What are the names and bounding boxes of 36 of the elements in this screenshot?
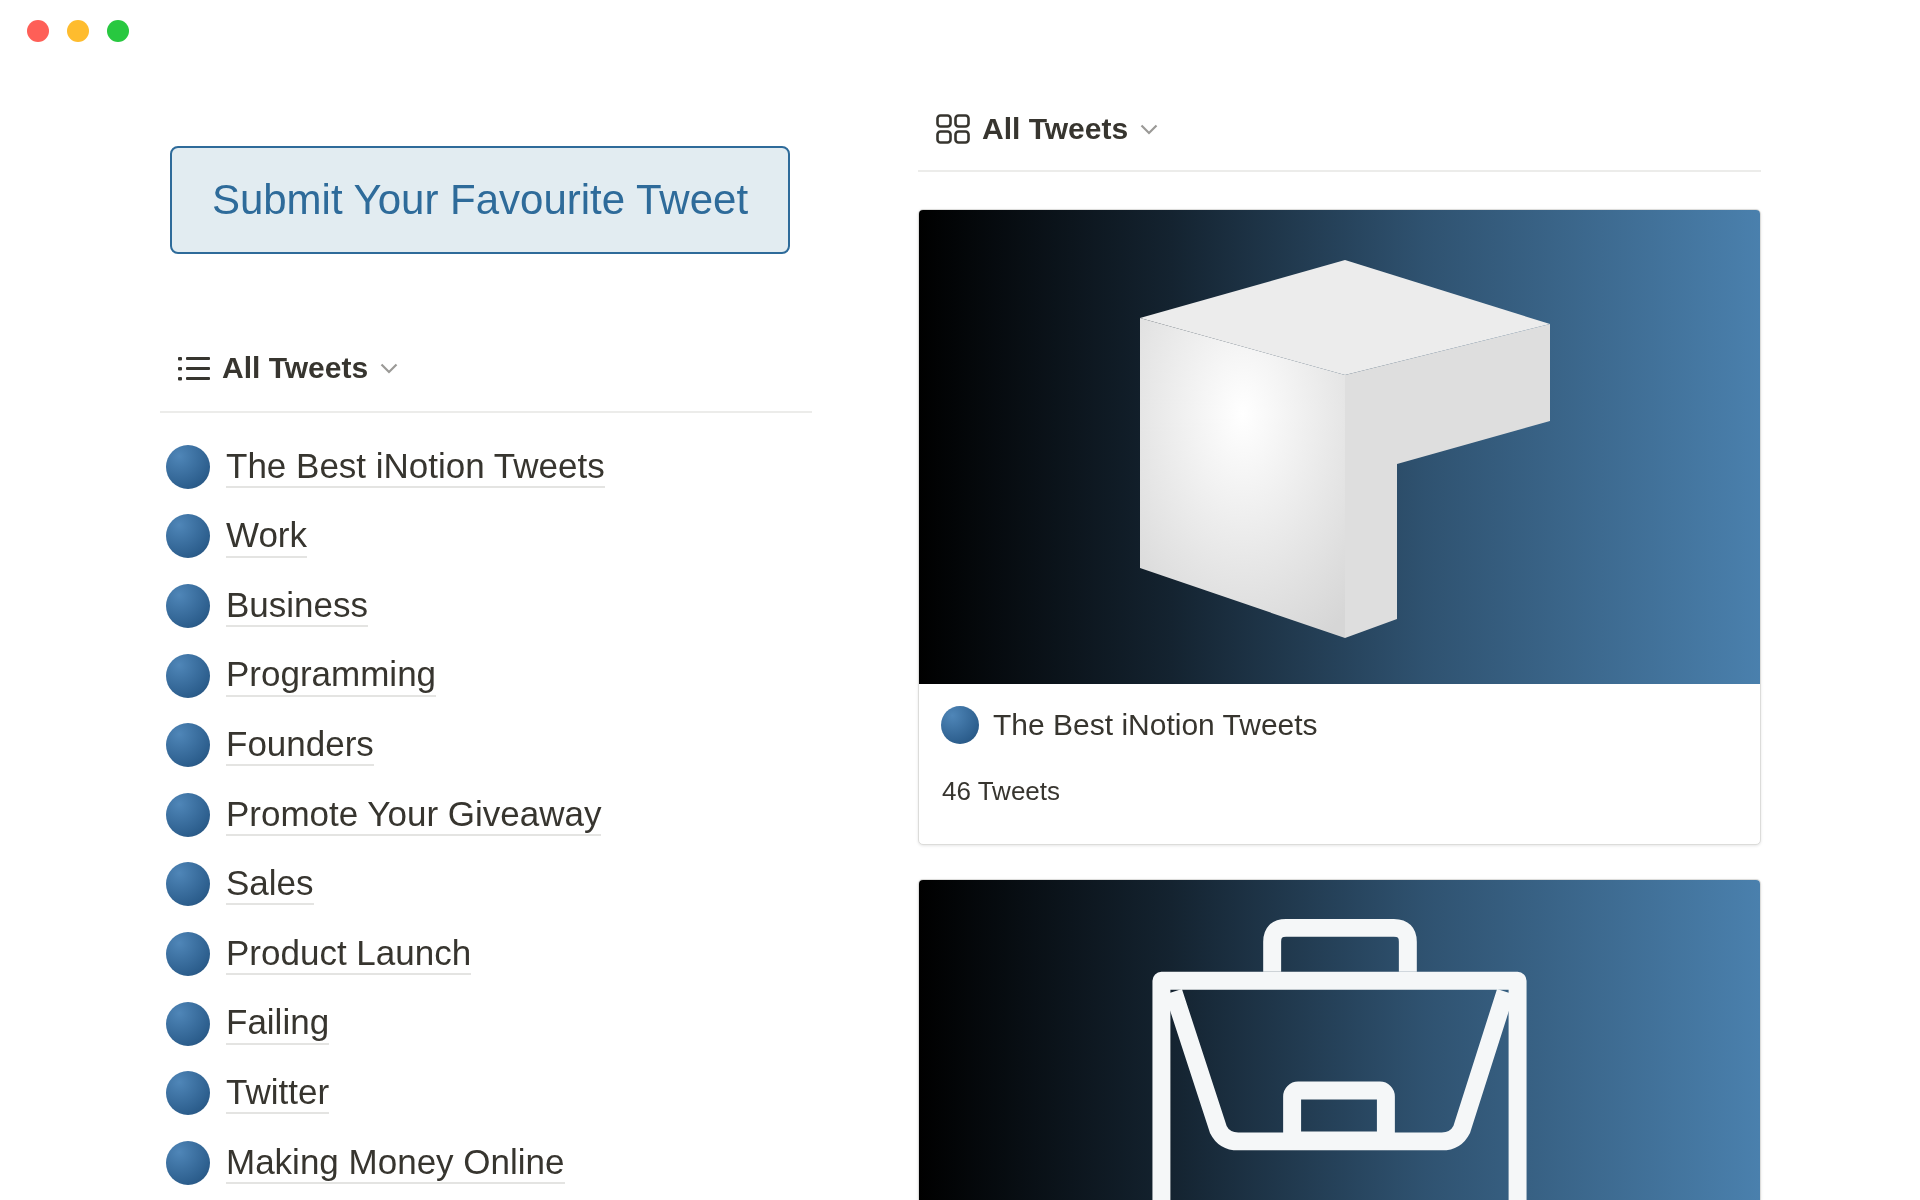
list-item-link[interactable]: Business <box>226 584 369 628</box>
list-icon <box>178 355 210 381</box>
circle-icon <box>166 792 210 837</box>
list-item-link[interactable]: Work <box>226 515 308 558</box>
circle-icon <box>166 1001 210 1046</box>
tweet-count: 46 Tweets <box>941 776 1062 807</box>
circle-icon <box>941 706 979 744</box>
circle-icon <box>166 653 210 698</box>
gallery-card[interactable]: The Best iNotion Tweets 46 Tweets <box>918 209 1761 845</box>
circle-icon <box>166 862 210 907</box>
card-title: The Best iNotion Tweets <box>993 708 1318 742</box>
chevron-down-icon <box>380 362 399 374</box>
list-item-link[interactable]: Promote Your Giveaway <box>226 793 602 836</box>
window-control-button[interactable] <box>67 20 89 42</box>
window-control-button[interactable] <box>27 20 49 42</box>
view-title[interactable]: All Tweets <box>982 112 1129 146</box>
list-item-link[interactable]: The Best iNotion Tweets <box>226 445 605 488</box>
circle-icon <box>166 444 210 489</box>
list-item-link[interactable]: Failing <box>226 1002 330 1045</box>
circle-icon <box>166 931 210 976</box>
list-item-link[interactable]: Twitter <box>226 1072 330 1115</box>
circle-icon <box>166 1140 210 1185</box>
list-item-link[interactable]: Making Money Online <box>226 1141 565 1184</box>
circle-icon <box>166 514 210 559</box>
circle-icon <box>166 723 210 768</box>
list-item-link[interactable]: Programming <box>226 654 437 697</box>
list-item-link[interactable]: Founders <box>226 724 374 767</box>
grid-icon <box>936 114 970 144</box>
circle-icon <box>166 584 210 628</box>
view-title[interactable]: All Tweets <box>222 351 369 385</box>
window-control-button[interactable] <box>107 20 129 42</box>
chevron-down-icon <box>1140 123 1159 135</box>
submit-button[interactable]: Submit Your Favourite Tweet <box>170 146 790 254</box>
list-item-link[interactable]: Product Launch <box>226 932 472 976</box>
list-item-link[interactable]: Sales <box>226 863 314 906</box>
circle-icon <box>166 1071 210 1116</box>
